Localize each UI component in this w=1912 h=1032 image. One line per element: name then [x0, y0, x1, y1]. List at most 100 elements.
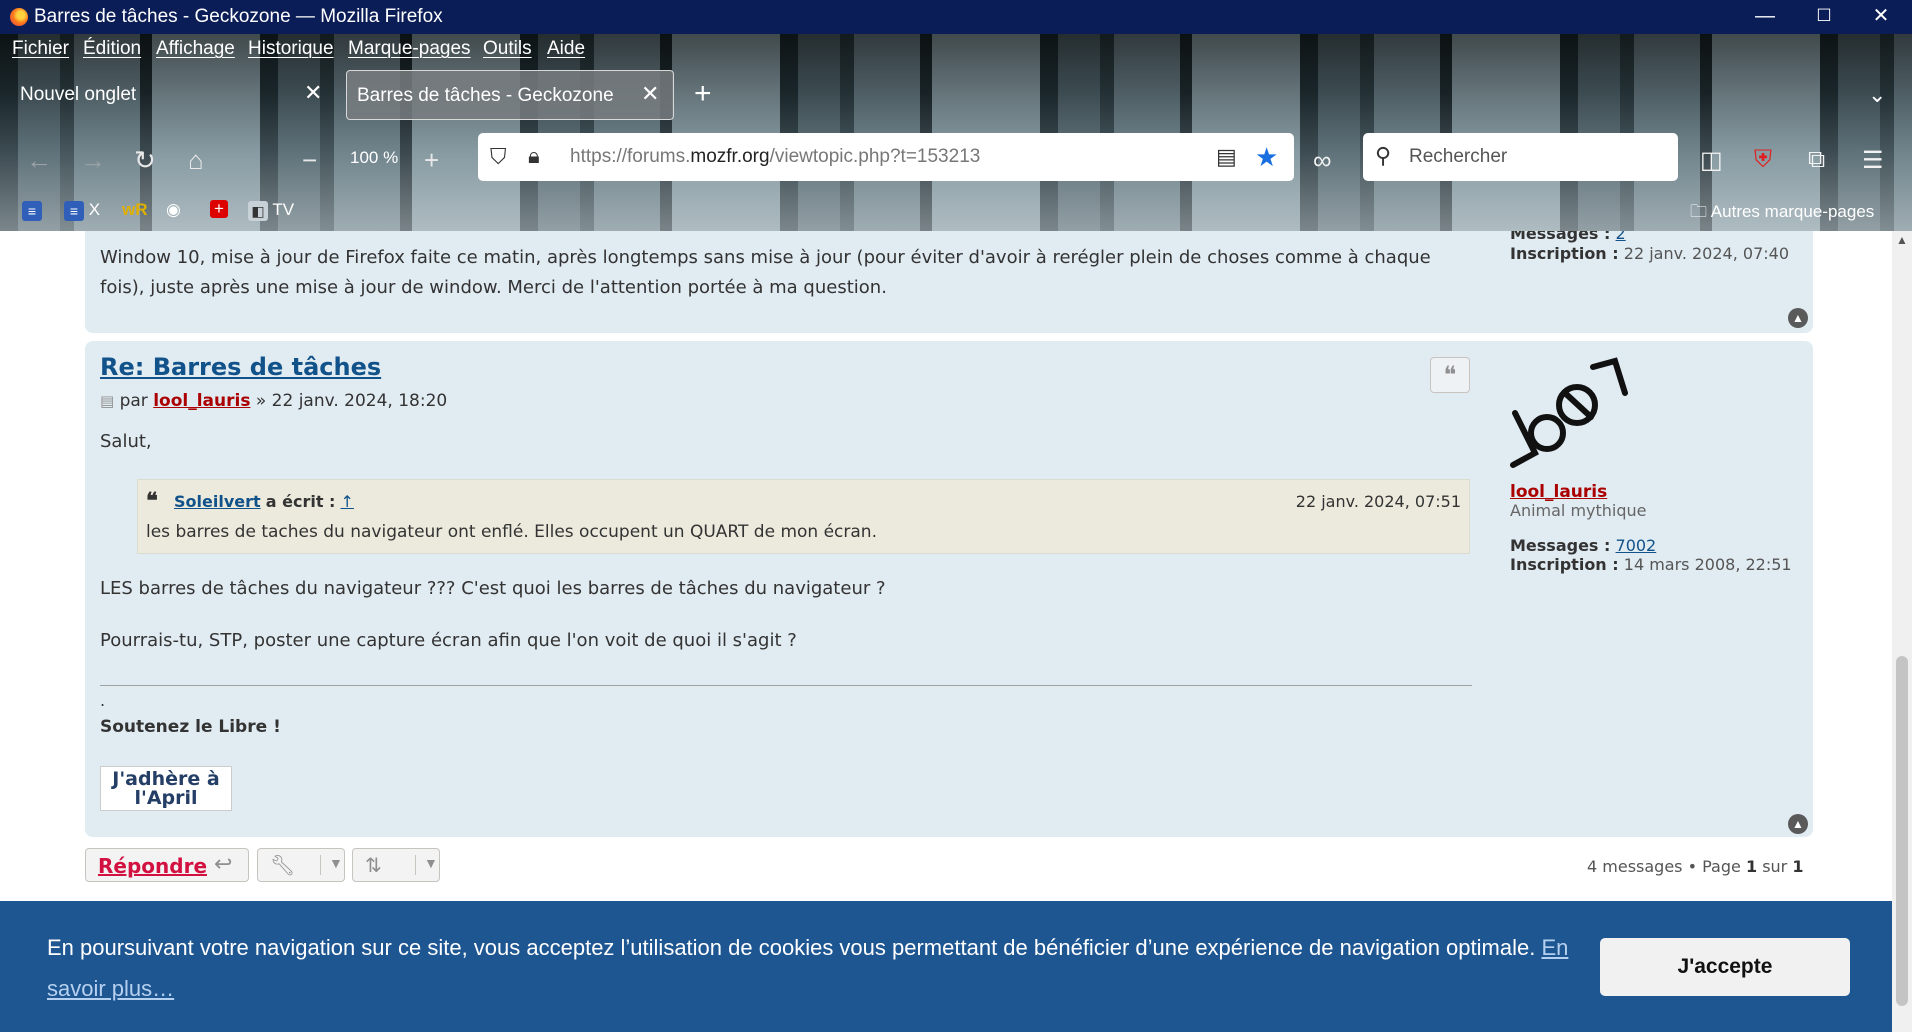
post-meta: ▤ par lool_lauris » 22 janv. 2024, 18:20	[100, 391, 448, 411]
post-greeting: Salut,	[100, 431, 152, 452]
profile-username[interactable]: lool_lauris	[1510, 482, 1607, 502]
april-badge-image[interactable]: J'adhère à l'April	[100, 766, 232, 811]
bookmark-swiss-flag-icon[interactable]: +	[210, 200, 228, 218]
cookie-message: En poursuivant votre navigation sur ce s…	[47, 935, 1569, 1001]
post-author-link[interactable]: lool_lauris	[153, 391, 250, 411]
window-titlebar: Barres de tâches - Geckozone — Mozilla F…	[0, 0, 1912, 34]
window-title: Barres de tâches - Geckozone — Mozilla F…	[34, 6, 443, 27]
post-1-messages-link[interactable]: 2	[1616, 231, 1626, 243]
menu-aide[interactable]: Aide	[547, 38, 585, 60]
post-title-link[interactable]: Re: Barres de tâches	[100, 353, 381, 381]
quote-button[interactable]: ❝	[1430, 357, 1470, 393]
post-line-2: Pourrais-tu, STP, poster une capture écr…	[100, 630, 797, 651]
quote-header: Soleilvert a écrit : ↑	[174, 492, 354, 511]
search-bar[interactable]: ⚲ Rechercher	[1363, 133, 1678, 181]
signature-dot: .	[100, 691, 106, 710]
back-to-top-icon[interactable]: ▲	[1788, 308, 1808, 328]
page-scrollbar[interactable]: ▲	[1892, 231, 1912, 1032]
post-1-inscription: Inscription : 22 janv. 2024, 07:40	[1510, 244, 1789, 263]
close-window-button[interactable]: ✕	[1852, 0, 1910, 34]
avatar	[1510, 357, 1628, 468]
menu-edition[interactable]: Édition	[83, 38, 141, 60]
url-text[interactable]: https://forums.mozfr.org/viewtopic.php?t…	[570, 146, 980, 168]
bookmark-favicon-icon: ◧	[248, 200, 268, 221]
scroll-up-icon[interactable]: ▲	[1896, 233, 1908, 247]
forward-arrow-icon[interactable]: →	[80, 145, 106, 176]
maximize-button[interactable]: ☐	[1795, 0, 1853, 34]
reply-button[interactable]: Répondre ↩	[85, 848, 249, 882]
bookmark-favicon-icon: ≡	[22, 200, 42, 221]
cookie-banner: En poursuivant votre navigation sur ce s…	[0, 901, 1892, 1032]
menu-marque-pages[interactable]: Marque-pages	[348, 38, 471, 60]
tab-new-tab[interactable]: Nouvel onglet ✕	[4, 70, 334, 120]
dropdown-caret-icon: ▼	[320, 855, 343, 875]
bookmark-x[interactable]: ≡ X	[64, 200, 100, 221]
minimize-button[interactable]: —	[1736, 0, 1794, 34]
quote-mark-icon: ❝	[146, 488, 158, 514]
tab-close-icon[interactable]: ✕	[641, 81, 659, 107]
url-bar[interactable]: ⛉ 🔒︎ https://forums.mozfr.org/viewtopic.…	[478, 133, 1294, 181]
quote-text: les barres de taches du navigateur ont e…	[146, 522, 877, 542]
page-content: Window 10, mise à jour de Firefox faite …	[0, 231, 1892, 1032]
reply-arrow-icon: ↩	[214, 851, 233, 876]
ublock-shield-icon[interactable]: ⛨	[1754, 146, 1772, 174]
signature-text: Soutenez le Libre !	[100, 717, 281, 737]
pocket-icon[interactable]: ◫	[1700, 146, 1723, 175]
search-placeholder: Rechercher	[1409, 146, 1508, 167]
tracking-protection-shield-icon[interactable]: ⛉	[490, 144, 507, 170]
search-icon: ⚲	[1375, 143, 1392, 168]
firefox-logo-icon	[10, 8, 28, 26]
profile-inscription: Inscription : 14 mars 2008, 22:51	[1510, 555, 1792, 574]
private-mask-icon[interactable]: ∞	[1313, 145, 1332, 176]
sort-icon: ⇅	[365, 855, 382, 877]
reload-icon[interactable]: ↻	[134, 145, 156, 176]
bookmark-star-icon[interactable]: ★	[1255, 142, 1278, 173]
post-1-messages: Messages : 2	[1510, 231, 1626, 243]
bookmark-circle-icon[interactable]: ◉	[166, 200, 181, 220]
other-bookmarks-folder[interactable]: 🗀︎ Autres marque-pages	[1690, 199, 1874, 228]
zoom-out-icon[interactable]: −	[302, 145, 317, 176]
quote-source-up-link[interactable]: ↑	[341, 492, 354, 511]
profile-messages: Messages : 7002	[1510, 536, 1657, 555]
zoom-in-icon[interactable]: +	[424, 145, 439, 176]
dropdown-caret-icon: ▼	[415, 855, 438, 875]
folder-icon: 🗀︎	[1690, 202, 1707, 221]
profile-messages-link[interactable]: 7002	[1616, 536, 1657, 555]
bookmark-wr-icon[interactable]: wR	[122, 200, 148, 220]
back-arrow-icon[interactable]: ←	[26, 145, 52, 176]
zoom-level[interactable]: 100 %	[350, 148, 398, 168]
post-file-icon: ▤	[100, 392, 115, 410]
menu-outils[interactable]: Outils	[483, 38, 532, 60]
topic-tools-button[interactable]: 🔧︎ ▼	[257, 848, 345, 882]
wrench-icon: 🔧︎	[270, 855, 296, 877]
menu-fichier[interactable]: Fichier	[12, 38, 69, 60]
bookmark-blue-1[interactable]: ≡	[22, 200, 42, 221]
reader-view-icon[interactable]: ▤	[1216, 144, 1237, 170]
scrollbar-thumb[interactable]	[1896, 656, 1908, 1006]
quote-author-link[interactable]: Soleilvert	[174, 492, 261, 511]
home-icon[interactable]: ⌂	[188, 145, 204, 176]
signature-divider	[100, 685, 1472, 686]
blockquote: ❝ Soleilvert a écrit : ↑ 22 janv. 2024, …	[137, 479, 1470, 554]
lock-icon[interactable]: 🔒︎	[528, 143, 540, 169]
tab-geckozone[interactable]: Barres de tâches - Geckozone ✕	[346, 70, 674, 120]
tab-label: Barres de tâches - Geckozone	[357, 85, 614, 106]
bookmark-favicon-icon: ≡	[64, 200, 84, 221]
cookie-accept-button[interactable]: J'accepte	[1600, 938, 1850, 996]
back-to-top-icon[interactable]: ▲	[1788, 814, 1808, 834]
hamburger-menu-icon[interactable]: ☰	[1862, 146, 1884, 175]
sort-options-button[interactable]: ⇅ ▼	[352, 848, 440, 882]
extensions-puzzle-icon[interactable]: ⧉	[1808, 146, 1825, 174]
post-line-1: LES barres de tâches du navigateur ??? C…	[100, 578, 886, 599]
tab-label: Nouvel onglet	[20, 84, 137, 105]
profile-rank: Animal mythique	[1510, 501, 1647, 520]
tab-close-icon[interactable]: ✕	[304, 80, 322, 106]
quote-date: 22 janv. 2024, 07:51	[1295, 492, 1461, 511]
menu-affichage[interactable]: Affichage	[156, 38, 235, 60]
post-1-body: Window 10, mise à jour de Firefox faite …	[100, 247, 1431, 298]
bookmark-tv[interactable]: ◧ TV	[248, 200, 294, 221]
list-all-tabs-chevron-icon[interactable]: ⌄	[1868, 82, 1886, 108]
new-tab-plus-icon[interactable]: +	[694, 79, 712, 109]
menu-historique[interactable]: Historique	[248, 38, 334, 60]
pagination-info: 4 messages • Page 1 sur 1	[1587, 857, 1804, 876]
